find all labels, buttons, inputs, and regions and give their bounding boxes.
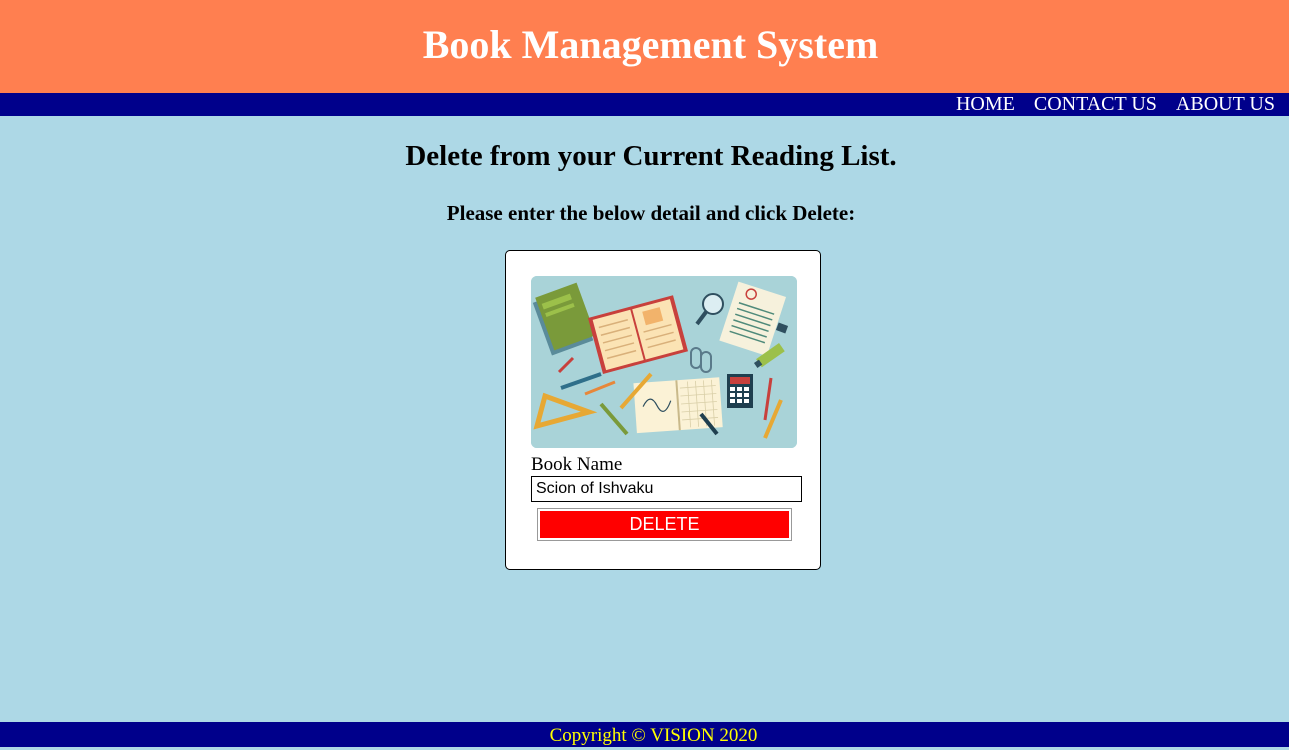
book-name-label: Book Name [531,454,623,475]
nav-contact-link[interactable]: CONTACT US [1034,93,1157,116]
nav-bar: HOME CONTACT US ABOUT US [0,93,1289,116]
study-illustration [531,276,797,448]
nav-home-link[interactable]: HOME [956,93,1015,116]
site-header: Book Management System [0,0,1289,93]
delete-button[interactable]: DELETE [540,511,789,538]
page-subtitle: Please enter the below detail and click … [446,201,856,225]
study-illustration-image [531,276,797,448]
book-name-input[interactable] [531,476,802,502]
nav-about-link[interactable]: ABOUT US [1176,93,1275,116]
copyright-text: Copyright © VISION 2020 [549,725,758,746]
delete-form-card: Book Name DELETE [505,250,821,570]
page-title: Delete from your Current Reading List. [405,140,897,172]
site-title: Book Management System [422,22,879,67]
site-footer: Copyright © VISION 2020 [0,722,1289,747]
delete-button-frame: DELETE [537,508,792,541]
